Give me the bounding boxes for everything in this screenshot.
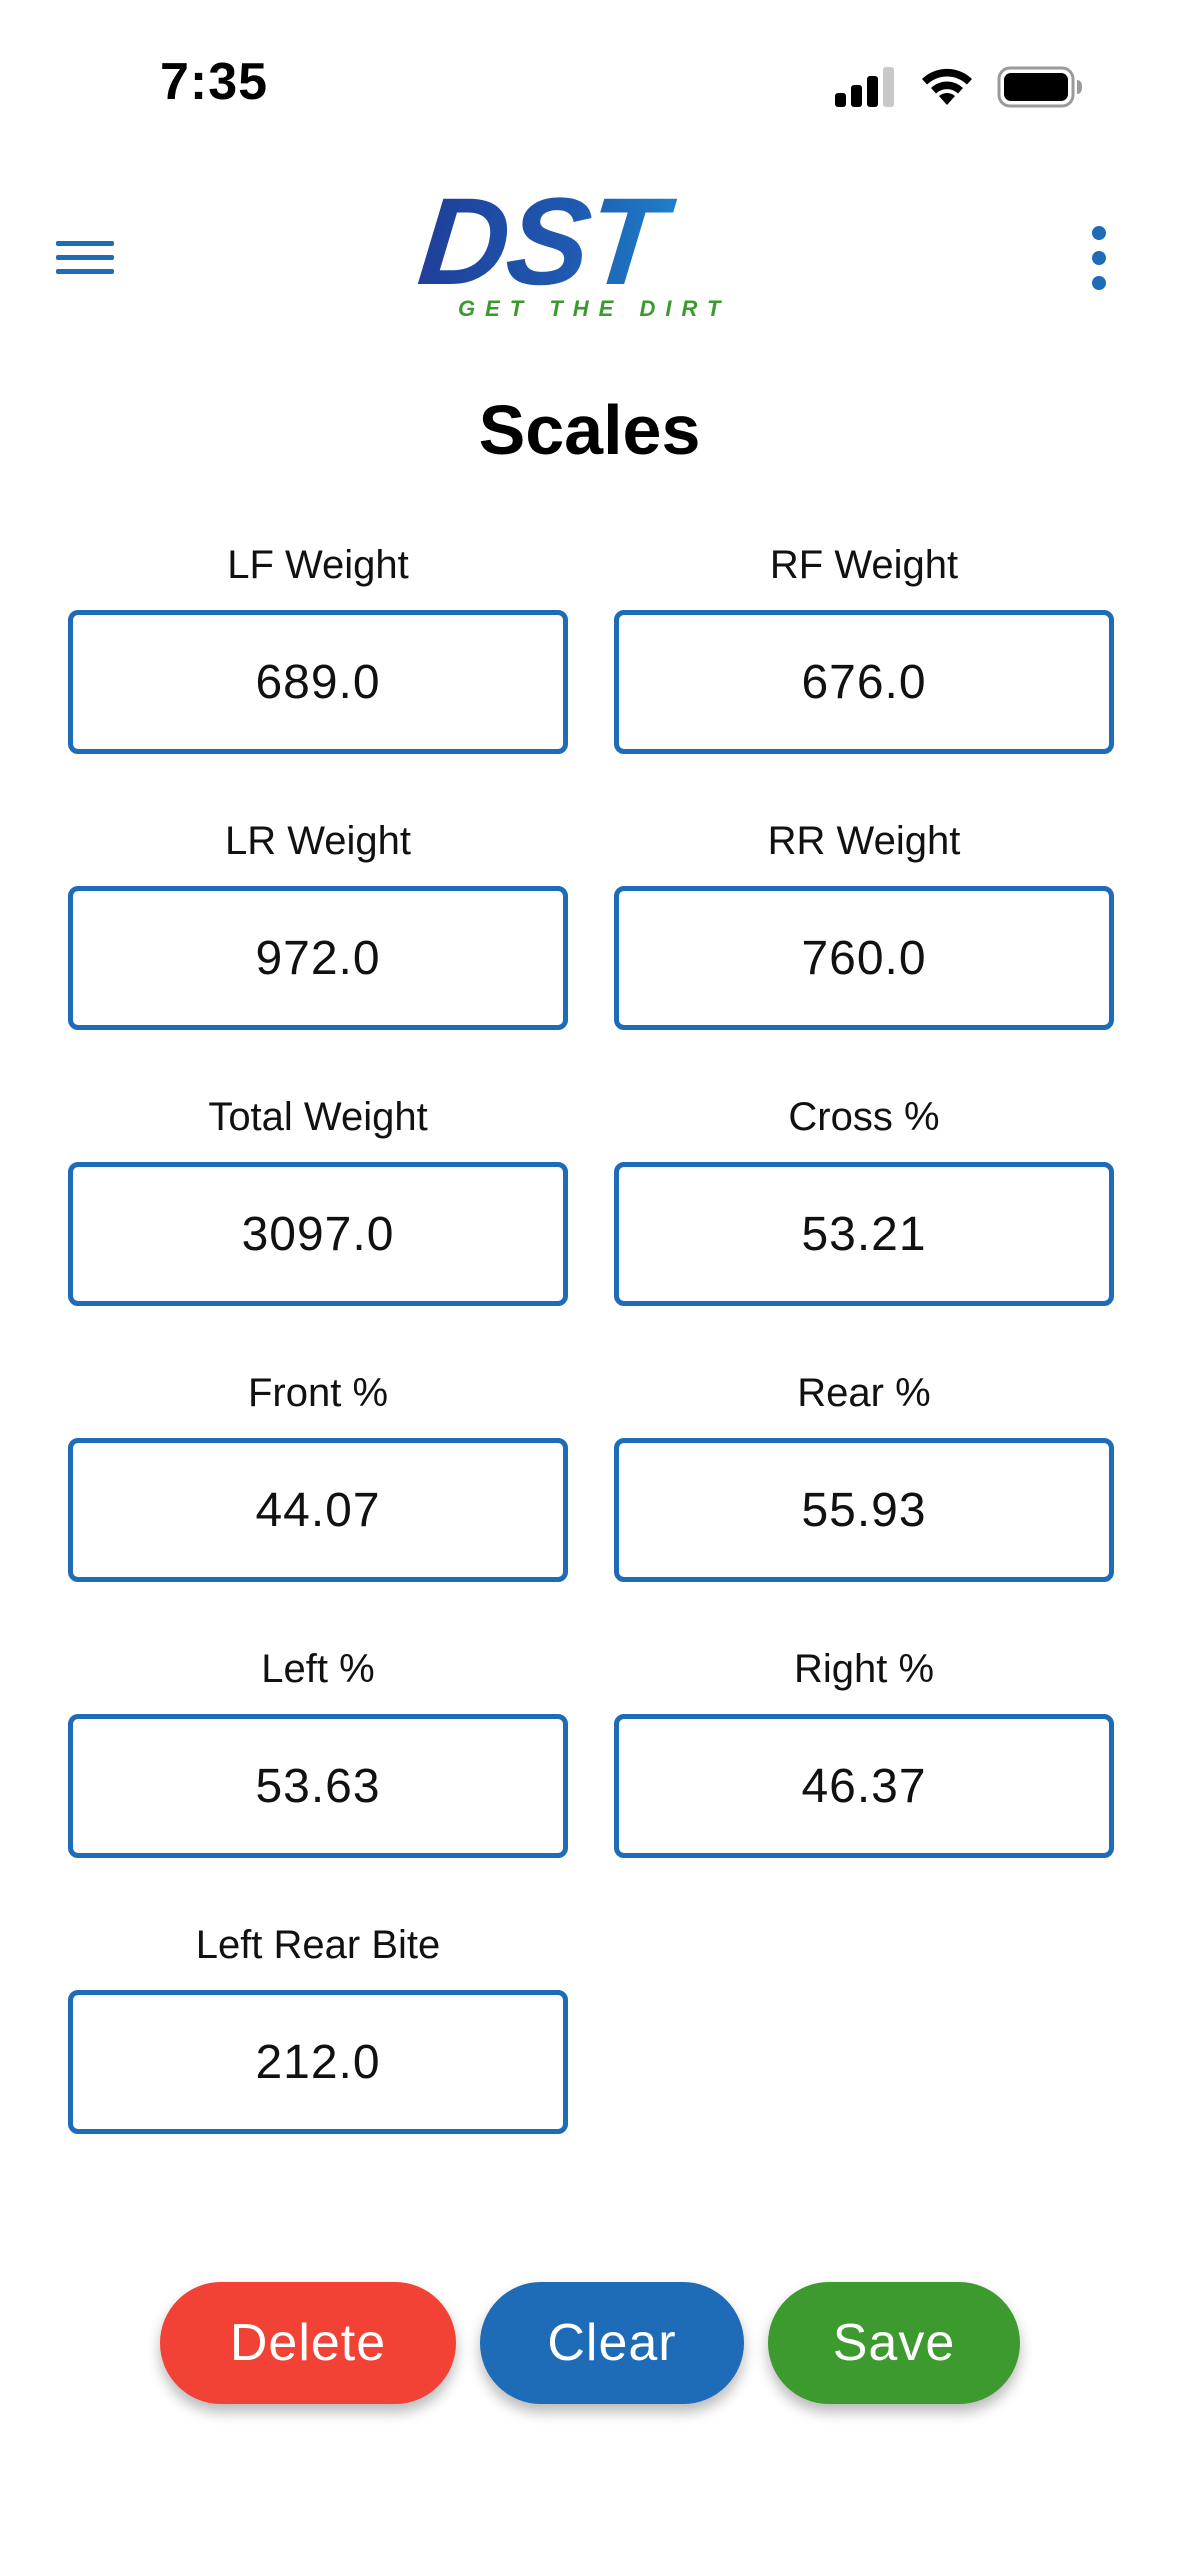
page-title: Scales [478,391,701,469]
lf-weight-label: LF Weight [227,543,409,587]
logo-text: DST [413,173,766,311]
left-pct-field: Left % [68,1644,568,1858]
lr-weight-input[interactable] [68,886,568,1030]
total-weight-label: Total Weight [208,1095,428,1139]
cross-pct-field: Cross % [614,1092,1114,1306]
wifi-icon [919,67,975,107]
rear-pct-field: Rear % [614,1368,1114,1582]
rf-weight-input[interactable] [614,610,1114,754]
lf-weight-input[interactable] [68,610,568,754]
delete-button[interactable]: Delete [160,2282,456,2404]
right-pct-label: Right % [793,1647,935,1691]
lr-weight-field: LR Weight [68,816,568,1030]
rf-weight-field: RF Weight [614,540,1114,754]
rear-pct-label: Rear % [797,1371,931,1415]
left-rear-bite-label: Left Rear Bite [195,1923,441,1967]
left-pct-input[interactable] [68,1714,568,1858]
status-bar: 7:35 [0,0,1179,170]
rf-weight-label: RF Weight [769,543,959,587]
front-pct-field: Front % [68,1368,568,1582]
dst-logo: DST GET THE DIRT [413,173,760,322]
more-options-button[interactable] [1059,215,1139,305]
app-header: DST GET THE DIRT [0,170,1179,350]
rr-weight-input[interactable] [614,886,1114,1030]
rear-pct-input[interactable] [614,1438,1114,1582]
right-pct-input[interactable] [614,1714,1114,1858]
menu-button[interactable] [40,220,130,300]
left-pct-label: Left % [261,1647,375,1691]
lf-weight-field: LF Weight [68,540,568,754]
right-pct-field: Right % [614,1644,1114,1858]
left-rear-bite-input[interactable] [68,1990,568,2134]
status-time: 7:35 [160,53,269,111]
rr-weight-label: RR Weight [767,819,961,863]
total-weight-field: Total Weight [68,1092,568,1306]
more-vertical-icon [1089,225,1109,296]
cellular-signal-icon [835,67,897,107]
lr-weight-label: LR Weight [224,819,411,863]
action-bar: Delete Clear Save [0,2282,1179,2406]
battery-icon [997,66,1083,108]
left-rear-bite-field: Left Rear Bite [68,1920,568,2134]
status-icons [835,66,1083,108]
hamburger-menu-icon [56,238,114,283]
rr-weight-field: RR Weight [614,816,1114,1030]
clear-button[interactable]: Clear [480,2282,744,2404]
save-button[interactable]: Save [768,2282,1020,2404]
total-weight-input[interactable] [68,1162,568,1306]
front-pct-label: Front % [247,1371,389,1415]
cross-pct-input[interactable] [614,1162,1114,1306]
front-pct-input[interactable] [68,1438,568,1582]
cross-pct-label: Cross % [788,1095,940,1139]
logo-tagline: GET THE DIRT [458,296,731,321]
